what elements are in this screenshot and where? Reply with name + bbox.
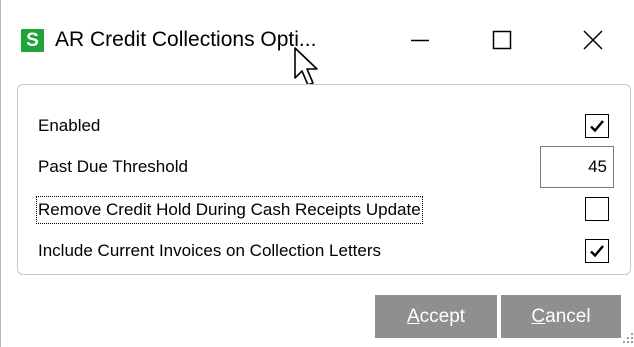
window-title: AR Credit Collections Opti...: [55, 28, 317, 51]
enabled-checkbox[interactable]: [585, 114, 609, 138]
cancel-mnemonic: C: [531, 305, 546, 327]
remove-credit-hold-checkbox[interactable]: [585, 197, 609, 221]
close-button[interactable]: [570, 18, 616, 62]
dialog-window: S AR Credit Collections Opti... Enabled: [0, 0, 634, 347]
title-bar[interactable]: S AR Credit Collections Opti...: [1, 0, 634, 80]
remove-credit-hold-label: Remove Credit Hold During Cash Receipts …: [36, 196, 423, 224]
accept-mnemonic: A: [406, 305, 420, 327]
past-due-threshold-input[interactable]: [540, 146, 614, 188]
cancel-button[interactable]: Cancel: [501, 295, 621, 338]
accept-button[interactable]: Accept: [375, 295, 497, 338]
resize-grip-icon[interactable]: [621, 330, 634, 347]
enabled-label: Enabled: [38, 116, 101, 135]
accept-label: ccept: [419, 305, 466, 327]
options-panel: Enabled Past Due Threshold Remove Credit…: [17, 84, 631, 275]
checkmark-icon: [590, 245, 604, 258]
close-icon: [583, 30, 603, 50]
cancel-label: ancel: [545, 305, 591, 327]
checkmark-icon: [590, 120, 604, 133]
maximize-icon: [492, 30, 512, 50]
maximize-button[interactable]: [479, 18, 525, 62]
include-current-invoices-checkbox[interactable]: [585, 239, 609, 263]
include-current-invoices-label: Include Current Invoices on Collection L…: [38, 241, 382, 260]
past-due-threshold-label: Past Due Threshold: [38, 157, 188, 176]
minimize-button[interactable]: [397, 18, 443, 62]
minimize-icon: [411, 39, 429, 42]
app-icon: S: [21, 29, 44, 52]
